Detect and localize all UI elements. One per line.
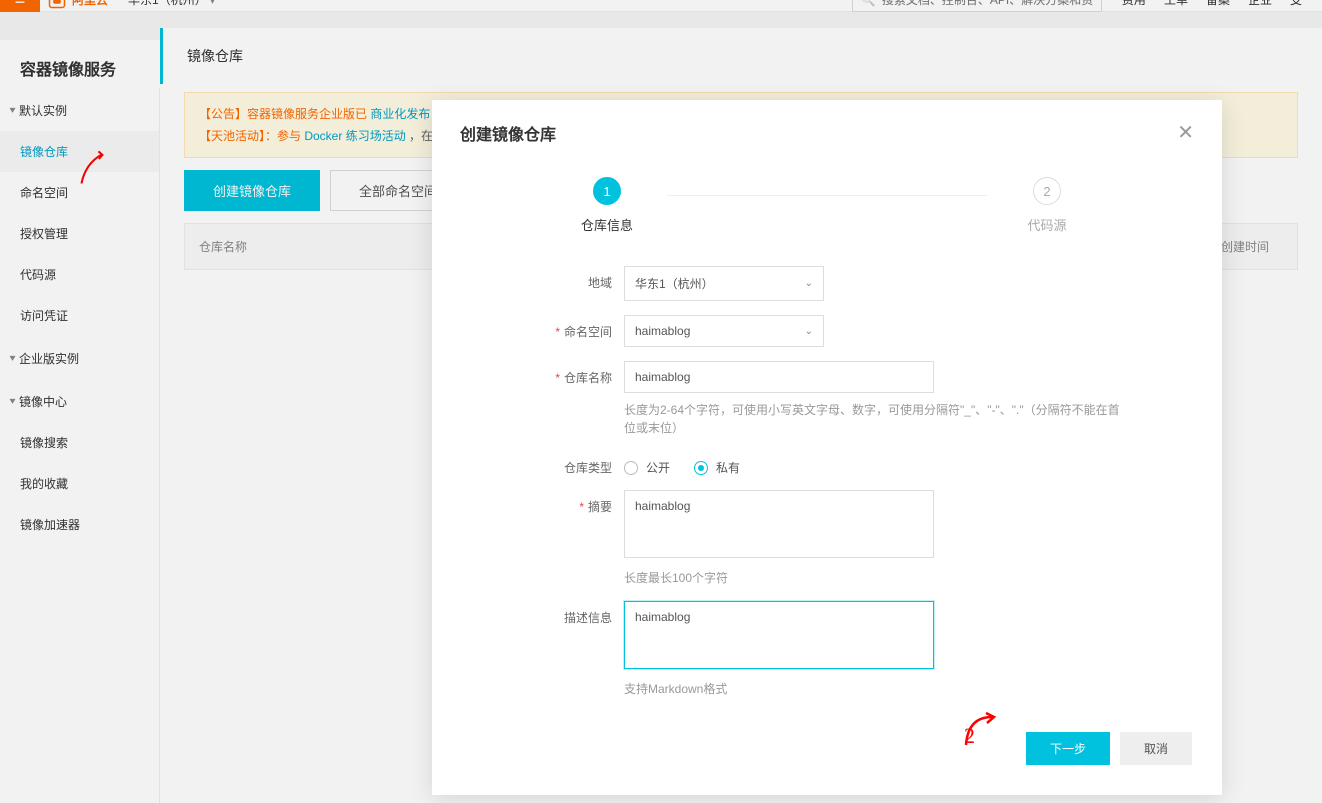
label-region: 地域 xyxy=(492,266,612,291)
step-1[interactable]: 1 仓库信息 xyxy=(547,177,667,234)
step-2-dot: 2 xyxy=(1033,177,1061,205)
chevron-down-icon: ⌄ xyxy=(805,278,813,289)
input-repo-name[interactable] xyxy=(624,361,934,393)
create-repo-modal: 创建镜像仓库 ✕ 1 仓库信息 2 代码源 地域 华东1（杭州）⌄ *命名空间 xyxy=(432,100,1222,795)
label-description: 描述信息 xyxy=(492,601,612,626)
step-divider xyxy=(667,195,987,196)
cancel-button[interactable]: 取消 xyxy=(1120,732,1192,765)
label-namespace: *命名空间 xyxy=(492,315,612,340)
label-repo-name: *仓库名称 xyxy=(492,361,612,386)
next-button[interactable]: 下一步 xyxy=(1026,732,1110,765)
step-2[interactable]: 2 代码源 xyxy=(987,177,1107,234)
helper-repo-name: 长度为2-64个字符，可使用小写英文字母、数字，可使用分隔符"_"、"-"、".… xyxy=(624,401,1122,437)
step-1-dot: 1 xyxy=(593,177,621,205)
select-namespace[interactable]: haimablog⌄ xyxy=(624,315,824,347)
modal-title: 创建镜像仓库 xyxy=(460,121,556,145)
radio-public[interactable]: 公开 xyxy=(624,459,670,476)
label-repo-type: 仓库类型 xyxy=(492,451,612,476)
chevron-down-icon: ⌄ xyxy=(805,326,813,337)
select-region[interactable]: 华东1（杭州）⌄ xyxy=(624,266,824,301)
textarea-description[interactable] xyxy=(624,601,934,669)
close-icon[interactable]: ✕ xyxy=(1177,120,1194,145)
radio-private[interactable]: 私有 xyxy=(694,459,740,476)
label-summary: *摘要 xyxy=(492,490,612,515)
textarea-summary[interactable] xyxy=(624,490,934,558)
helper-summary: 长度最长100个字符 xyxy=(624,569,1122,587)
svg-text:2: 2 xyxy=(964,723,975,748)
helper-description: 支持Markdown格式 xyxy=(624,680,1122,698)
annotation-mark-2: 2 xyxy=(962,709,1012,749)
